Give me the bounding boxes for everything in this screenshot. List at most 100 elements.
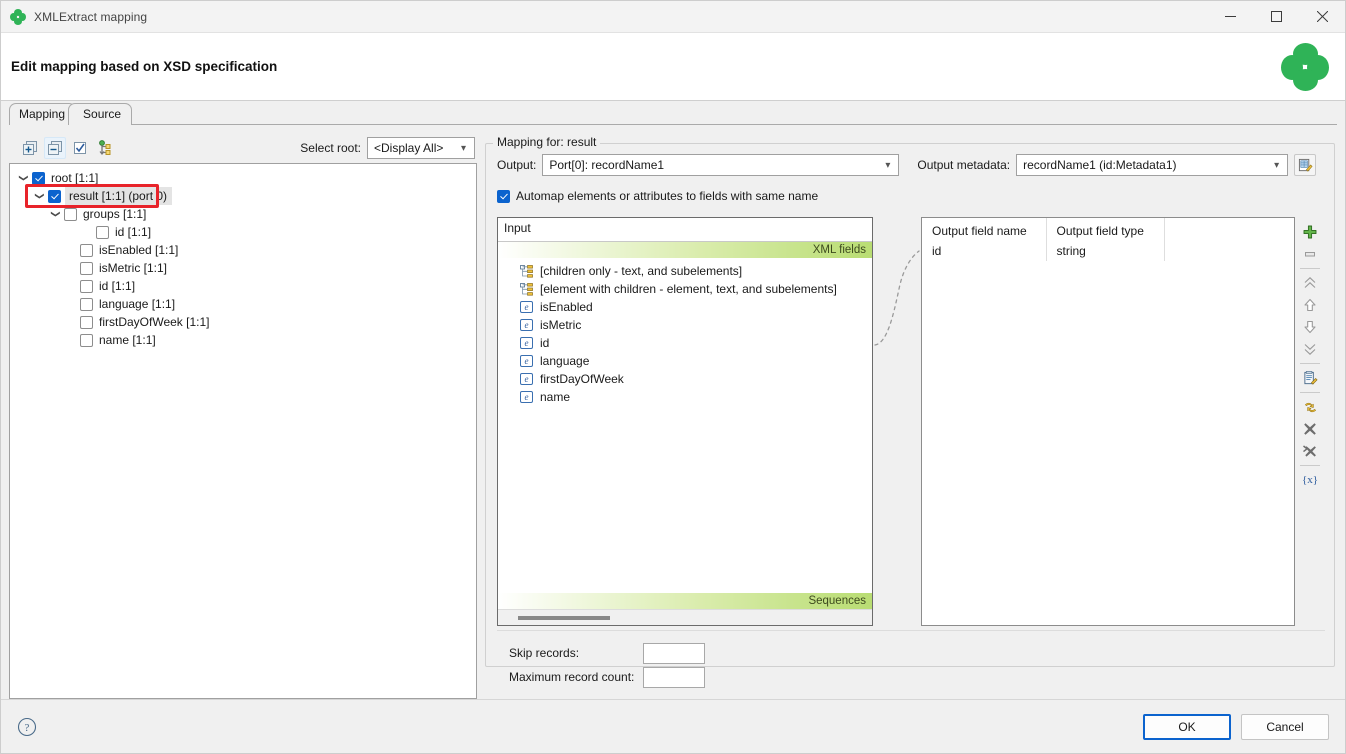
tree-node-label: name [1:1] — [97, 332, 158, 348]
mapping-connector-line — [873, 217, 921, 617]
move-up-icon[interactable] — [1298, 294, 1322, 316]
input-field-label: name — [540, 390, 570, 404]
tree-node[interactable]: language [1:1] — [10, 295, 476, 313]
panel-splitter[interactable] — [477, 133, 485, 699]
tree-node-checkbox[interactable] — [96, 226, 109, 239]
mapping-connector-area — [873, 217, 921, 626]
output-port-dropdown[interactable]: Port[0]: recordName1 ▾ — [542, 154, 899, 176]
max-record-count-input[interactable] — [643, 667, 705, 688]
max-record-count-label: Maximum record count: — [509, 670, 643, 684]
input-field-row[interactable]: ename — [498, 388, 872, 406]
record-limit-fields: Skip records: Maximum record count: — [497, 630, 1325, 699]
automap-checkbox-row[interactable]: Automap elements or attributes to fields… — [497, 183, 1325, 209]
expand-all-icon[interactable] — [19, 137, 41, 159]
tree-node-checkbox[interactable] — [32, 172, 45, 185]
tree-node-checkbox[interactable] — [48, 190, 61, 203]
tree-node[interactable]: ❯root [1:1] — [10, 169, 476, 187]
cancel-button[interactable]: Cancel — [1241, 714, 1329, 740]
output-metadata-dropdown[interactable]: recordName1 (id:Metadata1) ▾ — [1016, 154, 1288, 176]
input-field-row[interactable]: [element with children - element, text, … — [498, 280, 872, 298]
automap-icon[interactable] — [1298, 396, 1322, 418]
move-to-top-icon[interactable] — [1298, 272, 1322, 294]
tree-node[interactable]: ❯groups [1:1] — [10, 205, 476, 223]
skip-records-row: Skip records: — [509, 641, 1313, 665]
tree-node-checkbox[interactable] — [80, 244, 93, 257]
input-field-label: id — [540, 336, 549, 350]
minimize-icon[interactable] — [1207, 1, 1253, 33]
automap-checkbox[interactable] — [497, 190, 510, 203]
tree-node-checkbox[interactable] — [80, 262, 93, 275]
tab-mapping[interactable]: Mapping — [9, 103, 76, 125]
output-column-header — [1164, 218, 1294, 241]
tree-node[interactable]: isMetric [1:1] — [10, 259, 476, 277]
move-down-icon[interactable] — [1298, 316, 1322, 338]
chevron-down-icon: ▾ — [881, 160, 894, 171]
tree-node-label: id [1:1] — [113, 224, 153, 240]
sort-tree-icon[interactable] — [94, 137, 116, 159]
chevron-down-icon[interactable]: ❯ — [47, 206, 65, 222]
clear-mapping-icon[interactable] — [1298, 418, 1322, 440]
tree-node[interactable]: name [1:1] — [10, 331, 476, 349]
tree-node-icon — [520, 265, 533, 278]
input-field-row[interactable]: eisMetric — [498, 316, 872, 334]
maximize-icon[interactable] — [1253, 1, 1299, 33]
automap-label: Automap elements or attributes to fields… — [516, 189, 818, 203]
collapse-all-icon[interactable] — [44, 137, 66, 159]
chevron-down-icon[interactable]: ❯ — [31, 188, 49, 204]
output-metadata-label: Output metadata: — [917, 158, 1010, 172]
max-record-count-row: Maximum record count: — [509, 665, 1313, 689]
input-field-row[interactable]: eid — [498, 334, 872, 352]
clear-all-mappings-icon[interactable] — [1298, 440, 1322, 462]
tree-node-checkbox[interactable] — [80, 298, 93, 311]
tree-node[interactable]: id [1:1] — [10, 277, 476, 295]
move-to-bottom-icon[interactable] — [1298, 338, 1322, 360]
tree-node[interactable]: id [1:1] — [10, 223, 476, 241]
tree-node-icon — [520, 283, 533, 296]
tree-node-label: id [1:1] — [97, 278, 137, 294]
output-fields-pane[interactable]: Output field nameOutput field typeidstri… — [921, 217, 1295, 626]
remove-field-icon[interactable] — [1298, 243, 1322, 265]
input-field-row[interactable]: [children only - text, and subelements] — [498, 262, 872, 280]
tree-node-label: isMetric [1:1] — [97, 260, 169, 276]
output-table-row[interactable]: idstring — [922, 241, 1294, 261]
select-root-dropdown[interactable]: <Display All> ▾ — [367, 137, 475, 159]
help-icon[interactable]: ? — [17, 717, 37, 737]
tree-node[interactable]: firstDayOfWeek [1:1] — [10, 313, 476, 331]
tree-node-checkbox[interactable] — [80, 334, 93, 347]
tab-mapping-label: Mapping — [19, 107, 65, 121]
ok-button[interactable]: OK — [1143, 714, 1231, 740]
mapping-panes: Input XML fields [children only - text, … — [497, 217, 1325, 628]
close-icon[interactable] — [1299, 1, 1345, 33]
chevron-down-icon[interactable]: ❯ — [15, 170, 33, 186]
input-fields-pane[interactable]: Input XML fields [children only - text, … — [497, 217, 873, 626]
element-icon: e — [520, 301, 533, 313]
output-field-extra — [1164, 241, 1294, 261]
tree-node-checkbox[interactable] — [80, 316, 93, 329]
skip-records-input[interactable] — [643, 643, 705, 664]
input-field-label: firstDayOfWeek — [540, 372, 624, 386]
input-field-row[interactable]: eisEnabled — [498, 298, 872, 316]
clover-icon — [10, 9, 26, 25]
input-field-row[interactable]: efirstDayOfWeek — [498, 370, 872, 388]
tab-bar: Source Mapping — [1, 101, 1345, 125]
edit-metadata-icon[interactable] — [1298, 367, 1322, 389]
xml-fields-list[interactable]: [children only - text, and subelements][… — [498, 258, 872, 409]
tab-source-label: Source — [83, 107, 121, 121]
xsd-tree[interactable]: ❯root [1:1]❯result [1:1] (port 0)❯groups… — [9, 163, 477, 699]
tree-node-label: language [1:1] — [97, 296, 177, 312]
output-fields-table: Output field nameOutput field typeidstri… — [922, 218, 1294, 261]
check-all-icon[interactable] — [69, 137, 91, 159]
tab-source[interactable]: Source — [68, 103, 132, 125]
edit-metadata-button[interactable] — [1294, 154, 1316, 176]
tree-node[interactable]: isEnabled [1:1] — [10, 241, 476, 259]
variables-icon[interactable]: {x} — [1298, 469, 1322, 491]
add-field-icon[interactable] — [1298, 221, 1322, 243]
input-field-row[interactable]: elanguage — [498, 352, 872, 370]
input-horizontal-scrollbar[interactable] — [498, 609, 872, 625]
tree-node-checkbox[interactable] — [80, 280, 93, 293]
tree-node-checkbox[interactable] — [64, 208, 77, 221]
scrollbar-thumb[interactable] — [518, 616, 610, 620]
tree-node[interactable]: ❯result [1:1] (port 0) — [10, 187, 476, 205]
element-icon: e — [520, 355, 533, 367]
footer-buttons: OK Cancel — [1143, 714, 1329, 740]
